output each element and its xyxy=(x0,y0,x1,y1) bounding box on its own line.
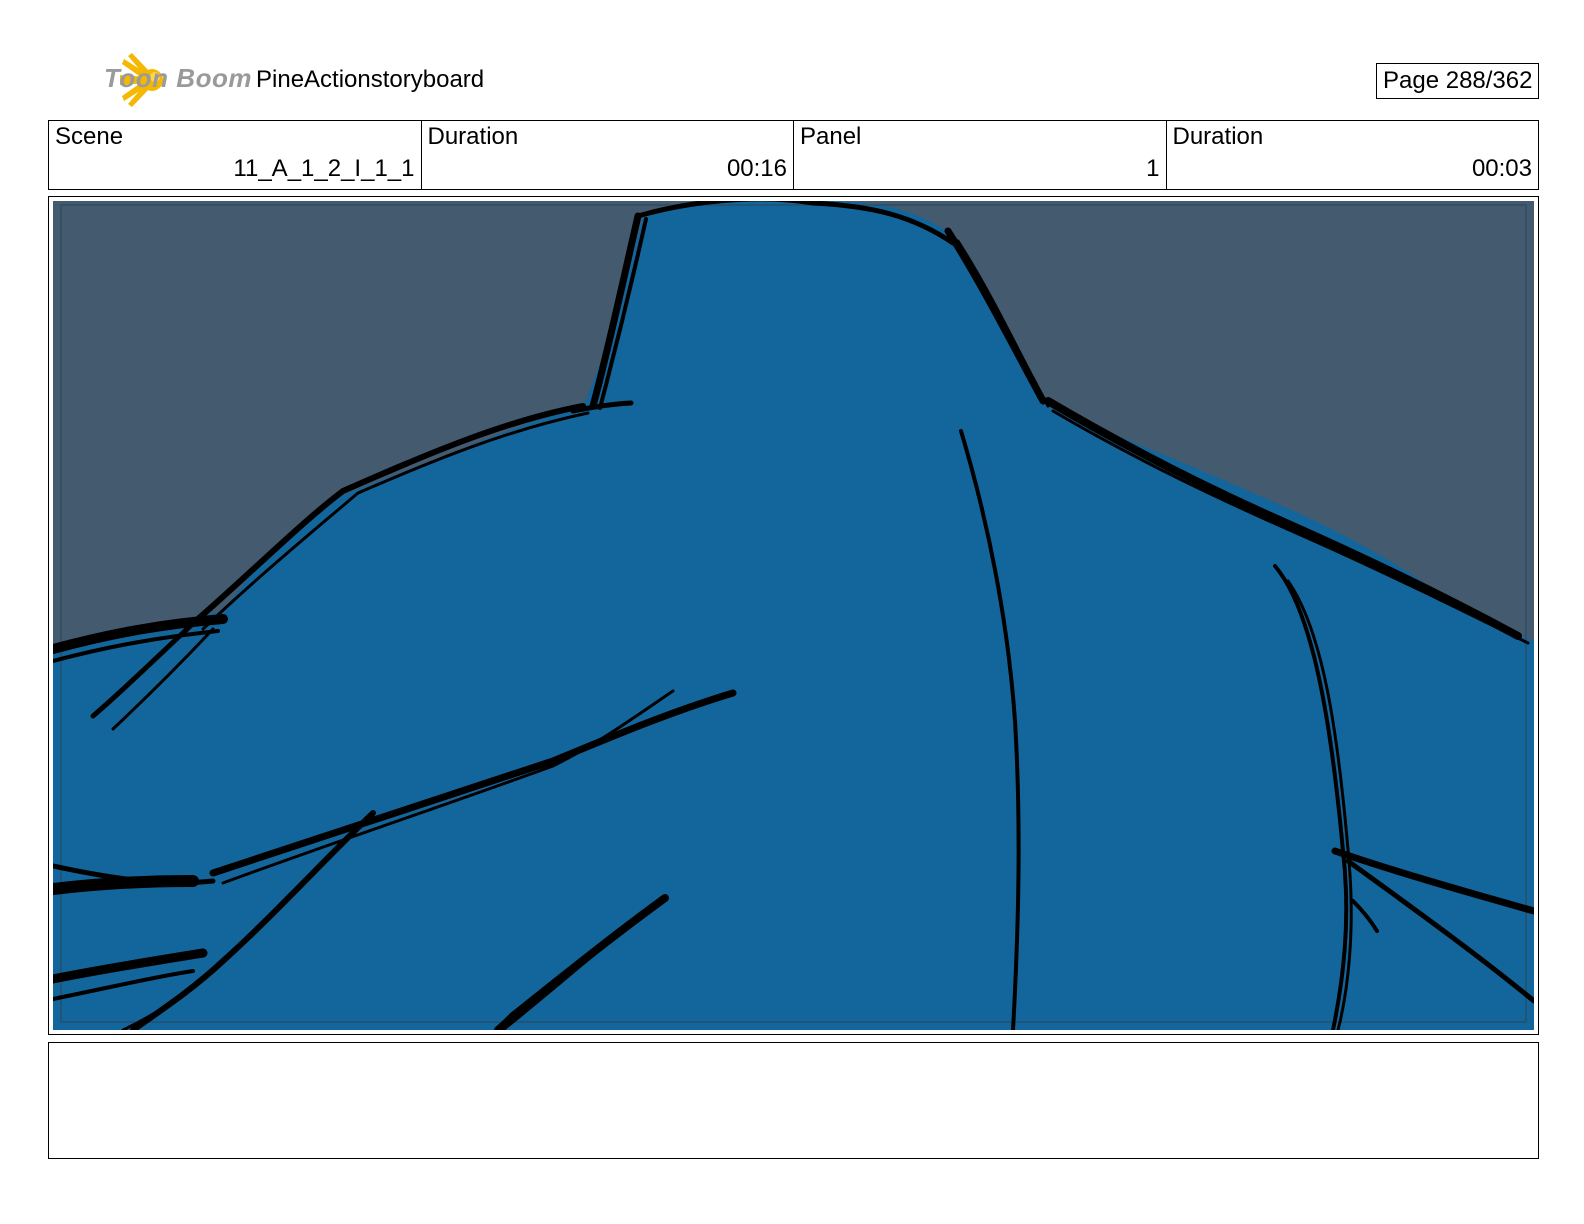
scene-duration-label: Duration xyxy=(427,123,519,150)
scene-duration-cell: Duration 00:16 xyxy=(422,121,794,189)
panel-label: Panel xyxy=(800,123,862,150)
panel-duration-value: 00:03 xyxy=(1471,155,1532,182)
panel-duration-cell: Duration 00:03 xyxy=(1167,121,1539,189)
panel-value: 1 xyxy=(1146,155,1160,182)
logo-text: Toon Boom xyxy=(104,63,252,93)
page-number: Page 288/362 xyxy=(1376,63,1540,99)
panel-cell: Panel 1 xyxy=(794,121,1167,189)
storyboard-sketch xyxy=(53,201,1534,1030)
scene-info-table: Scene 11_A_1_2_I_1_1 Duration 00:16 Pane… xyxy=(48,120,1539,190)
panel-duration-label: Duration xyxy=(1172,123,1264,150)
project-title: PineActionstoryboard xyxy=(256,66,485,93)
scene-label: Scene xyxy=(55,123,124,150)
panel-frame xyxy=(48,196,1539,1035)
panel-notes-box xyxy=(48,1042,1539,1159)
scene-value: 11_A_1_2_I_1_1 xyxy=(233,155,415,182)
scene-duration-value: 00:16 xyxy=(726,155,787,182)
scene-cell: Scene 11_A_1_2_I_1_1 xyxy=(49,121,422,189)
